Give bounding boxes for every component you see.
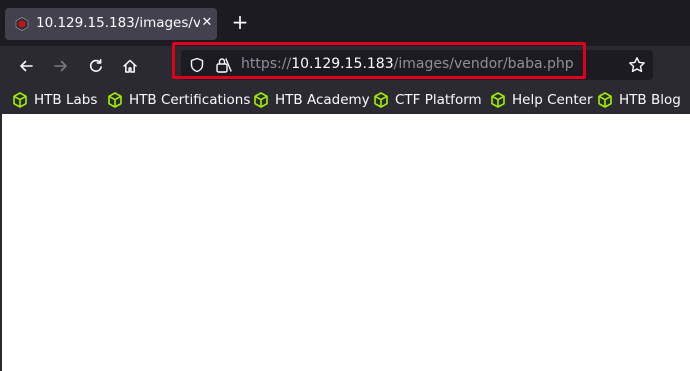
bookmark-label: HTB Blog	[619, 92, 681, 108]
home-button[interactable]	[118, 54, 142, 78]
htb-cube-icon	[254, 92, 268, 108]
window-edge	[0, 114, 2, 371]
bookmark-label: CTF Platform	[395, 92, 482, 108]
bookmark-htb-blog[interactable]: HTB Blog	[597, 90, 681, 110]
back-arrow-icon	[20, 60, 33, 72]
htb-cube-icon	[13, 92, 27, 108]
bookmark-help-center[interactable]: Help Center	[490, 90, 593, 110]
htb-cube-icon	[598, 92, 612, 108]
active-tab[interactable]: 10.129.15.183/images/ven ✕	[5, 8, 217, 40]
tab-title: 10.129.15.183/images/ven	[36, 15, 200, 31]
url-highlight-annotation	[172, 42, 586, 79]
bookmark-htb-academy[interactable]: HTB Academy	[253, 90, 370, 110]
htb-cube-icon	[491, 92, 505, 108]
page-content	[0, 114, 690, 371]
htb-cube-icon	[15, 17, 29, 31]
reload-button[interactable]	[84, 54, 108, 78]
bookmark-htb-labs[interactable]: HTB Labs	[12, 90, 97, 110]
htb-cube-icon	[108, 92, 122, 108]
bookmark-label: HTB Certifications	[129, 92, 251, 108]
forward-button[interactable]	[49, 54, 73, 78]
bookmarks-toolbar: HTB Labs HTB Certifications HTB Academy …	[0, 86, 690, 114]
back-button[interactable]	[14, 54, 38, 78]
bookmark-htb-certifications[interactable]: HTB Certifications	[107, 90, 250, 110]
bookmark-label: Help Center	[512, 92, 593, 108]
htb-cube-icon	[374, 92, 388, 108]
forward-arrow-icon	[54, 60, 67, 72]
new-tab-button[interactable]: +	[229, 11, 251, 33]
bookmark-star-icon[interactable]	[628, 56, 646, 74]
home-icon	[123, 59, 137, 73]
tab-strip: 10.129.15.183/images/ven ✕ +	[0, 0, 690, 46]
bookmark-label: HTB Academy	[275, 92, 370, 108]
reload-icon	[89, 59, 102, 72]
bookmark-label: HTB Labs	[34, 92, 98, 108]
close-tab-icon[interactable]: ✕	[201, 15, 213, 31]
bookmark-ctf-platform[interactable]: CTF Platform	[373, 90, 482, 110]
